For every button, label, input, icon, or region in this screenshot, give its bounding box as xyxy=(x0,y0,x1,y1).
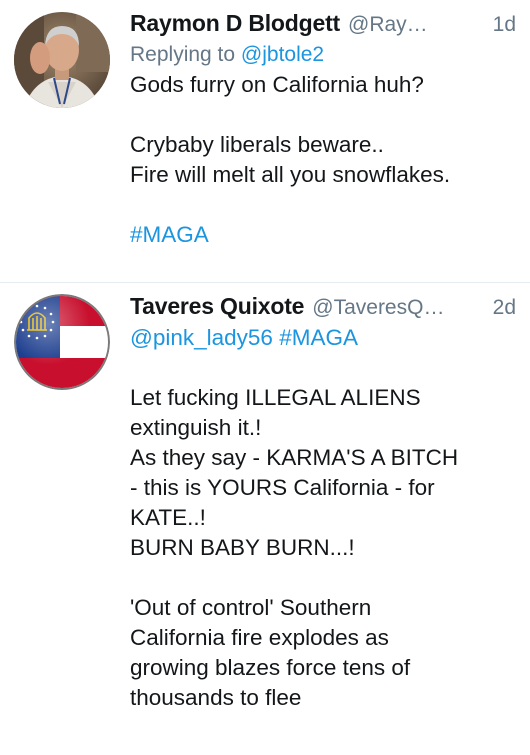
tweet-text-line: Fire will melt all you snowflakes. xyxy=(130,162,451,187)
tweet[interactable]: Taveres Quixote @TaveresQ… 2d @pink_lady… xyxy=(0,283,530,755)
tweet[interactable]: Raymon D Blodgett @Ray… 1d Replying to @… xyxy=(0,0,530,282)
tweet-text-line: Let fucking ILLEGAL ALIENS xyxy=(130,385,421,410)
tweet-text-line: - this is YOURS California - for xyxy=(130,475,435,500)
replying-to-label: Replying to xyxy=(130,43,236,66)
tweet-text-line: BURN BABY BURN...! xyxy=(130,535,355,560)
tweet-text-line: As they say - KARMA'S A BITCH xyxy=(130,445,459,470)
hashtag-link[interactable]: #MAGA xyxy=(130,220,520,250)
hashtag-link[interactable]: #MAGA xyxy=(279,325,358,350)
tweet-text-line: thousands to flee xyxy=(130,685,302,710)
replying-to: Replying to @jbtole2 xyxy=(130,40,520,70)
tweet-text-line: Crybaby liberals beware.. xyxy=(130,132,384,157)
avatar[interactable] xyxy=(14,294,110,390)
mention-link[interactable]: @pink_lady56 xyxy=(130,325,273,350)
profile-photo-icon xyxy=(14,12,110,108)
user-handle[interactable]: @TaveresQ… xyxy=(312,291,482,325)
replying-to-handle-link[interactable]: @jbtole2 xyxy=(241,43,324,66)
display-name[interactable]: Taveres Quixote xyxy=(130,289,304,323)
display-name[interactable]: Raymon D Blodgett xyxy=(130,6,340,40)
tweet-text: @pink_lady56 #MAGA Let fucking ILLEGAL A… xyxy=(130,323,520,713)
tweet-text-line: California fire explodes as xyxy=(130,625,389,650)
tweet-text-line: KATE..! xyxy=(130,505,206,530)
tweet-text: Gods furry on California huh? Crybaby li… xyxy=(130,70,520,250)
tweet-text-line: extinguish it.! xyxy=(130,415,262,440)
avatar[interactable] xyxy=(14,12,110,108)
tweet-text-line: Gods furry on California huh? xyxy=(130,72,424,97)
tweet-text-line: growing blazes force tens of xyxy=(130,655,411,680)
user-handle[interactable]: @Ray… xyxy=(348,8,483,42)
georgia-flag-badge-icon xyxy=(14,294,110,390)
tweet-text-line: 'Out of control' Southern xyxy=(130,595,372,620)
tweet-header: Raymon D Blodgett @Ray… 1d xyxy=(130,6,520,40)
timestamp[interactable]: 1d xyxy=(493,8,520,42)
tweet-text-line: @pink_lady56 #MAGA xyxy=(130,323,520,353)
timestamp[interactable]: 2d xyxy=(493,291,520,325)
tweet-header: Taveres Quixote @TaveresQ… 2d xyxy=(130,289,520,323)
